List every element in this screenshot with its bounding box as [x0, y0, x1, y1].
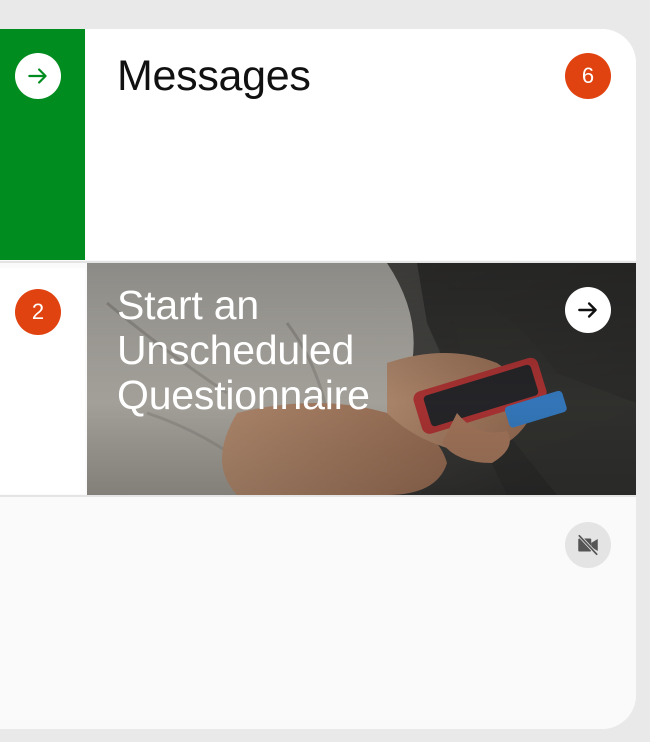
- messages-count-badge: 6: [565, 53, 611, 99]
- video-off-button[interactable]: [565, 522, 611, 568]
- start-questionnaire-card[interactable]: Start an Unscheduled Questionnaire: [87, 263, 636, 495]
- video-off-icon: [577, 534, 599, 556]
- arrow-right-icon: [28, 68, 47, 84]
- questionnaire-title-line-2: Unscheduled: [117, 327, 355, 373]
- dashboard-grid: Messages 6 2 Start an Unscheduled Questi…: [0, 29, 636, 729]
- green-tile-arrow-button[interactable]: [15, 53, 61, 99]
- messages-card[interactable]: Messages 6: [86, 29, 636, 260]
- messages-title: Messages: [117, 52, 311, 100]
- questionnaire-title: Start an Unscheduled Questionnaire: [117, 283, 370, 418]
- left-count-card[interactable]: 2: [0, 268, 85, 494]
- video-card[interactable]: [0, 497, 636, 729]
- green-nav-tile[interactable]: [0, 29, 85, 260]
- arrow-right-icon: [578, 302, 597, 318]
- questionnaire-arrow-button[interactable]: [565, 287, 611, 333]
- left-count-badge: 2: [15, 289, 61, 335]
- questionnaire-title-line-3: Questionnaire: [117, 372, 370, 418]
- questionnaire-title-line-1: Start an: [117, 282, 259, 328]
